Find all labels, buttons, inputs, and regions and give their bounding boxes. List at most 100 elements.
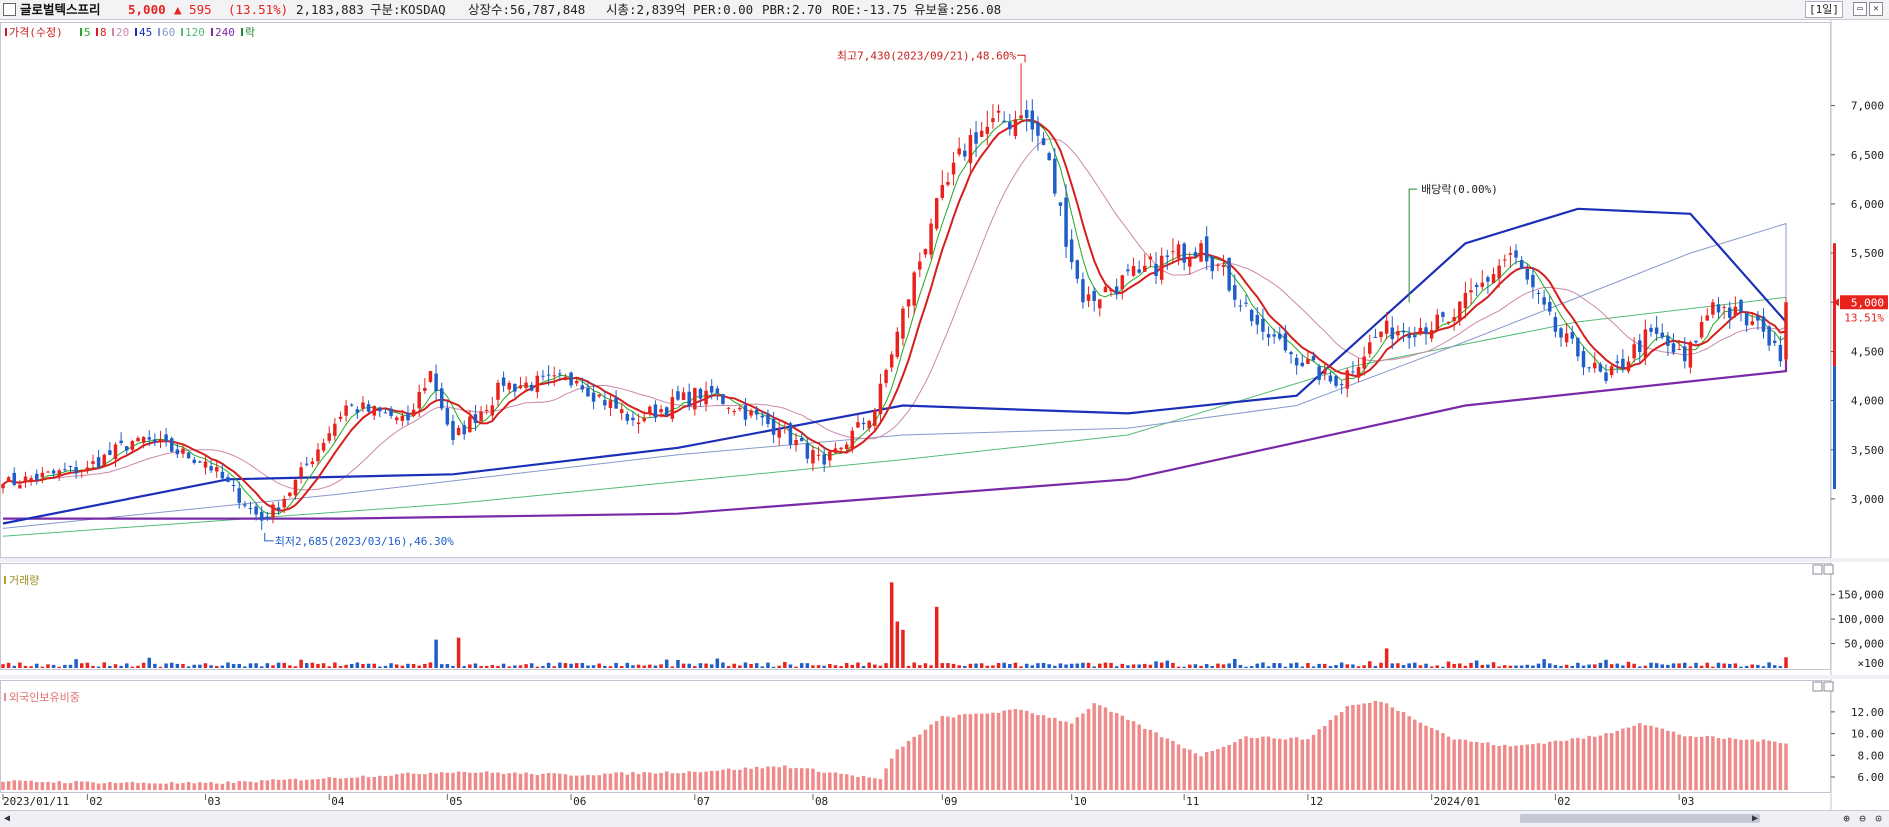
volume-bar[interactable] — [546, 662, 551, 668]
volume-bar[interactable] — [439, 664, 444, 668]
foreign-ratio-bar[interactable] — [389, 775, 393, 790]
foreign-ratio-bar[interactable] — [490, 772, 495, 790]
volume-bar[interactable] — [1744, 665, 1749, 668]
candle-body[interactable] — [1699, 321, 1704, 338]
foreign-ratio-bar[interactable] — [963, 713, 967, 790]
foreign-ratio-bar[interactable] — [1210, 750, 1215, 790]
candle-body[interactable] — [861, 422, 866, 425]
foreign-ratio-bar[interactable] — [1199, 756, 1203, 790]
volume-bar[interactable] — [321, 663, 326, 668]
volume-bar[interactable] — [1210, 666, 1215, 668]
panel-splitter[interactable] — [0, 675, 1889, 679]
foreign-ratio-bar[interactable] — [1666, 730, 1670, 790]
candle-body[interactable] — [687, 391, 691, 407]
volume-bar[interactable] — [895, 621, 900, 669]
candle-body[interactable] — [113, 444, 118, 460]
volume-bar[interactable] — [456, 637, 461, 668]
candle-body[interactable] — [349, 404, 354, 406]
foreign-ratio-bar[interactable] — [1514, 745, 1518, 790]
candle-body[interactable] — [338, 416, 343, 419]
foreign-ratio-bar[interactable] — [406, 772, 410, 790]
foreign-ratio-bar[interactable] — [946, 716, 950, 790]
foreign-ratio-bar[interactable] — [1609, 733, 1614, 790]
candle-body[interactable] — [96, 457, 101, 468]
foreign-ratio-bar[interactable] — [580, 775, 585, 790]
volume-bar[interactable] — [1283, 666, 1288, 668]
volume-bar[interactable] — [709, 664, 714, 668]
volume-bar[interactable] — [220, 665, 225, 668]
volume-bar[interactable] — [1092, 666, 1096, 668]
foreign-ratio-bar[interactable] — [1283, 739, 1288, 790]
candle-body[interactable] — [141, 436, 146, 443]
volume-bar[interactable] — [524, 664, 528, 668]
volume-bar[interactable] — [749, 663, 753, 668]
foreign-ratio-bar[interactable] — [529, 773, 534, 790]
candle-body[interactable] — [153, 439, 157, 443]
volume-bar[interactable] — [1334, 665, 1338, 668]
volume-bar[interactable] — [496, 665, 500, 668]
candle-body[interactable] — [709, 386, 714, 393]
volume-bar[interactable] — [462, 666, 466, 668]
candle-body[interactable] — [293, 479, 298, 496]
candle-body[interactable] — [1733, 306, 1738, 316]
foreign-ratio-bar[interactable] — [518, 773, 523, 790]
candle-body[interactable] — [1024, 109, 1029, 118]
candle-body[interactable] — [130, 441, 135, 450]
candle-body[interactable] — [794, 440, 798, 446]
foreign-ratio-bar[interactable] — [895, 749, 900, 790]
volume-bar[interactable] — [91, 665, 95, 668]
volume-bar[interactable] — [327, 666, 331, 668]
candle-body[interactable] — [411, 409, 416, 417]
foreign-ratio-bar[interactable] — [513, 772, 517, 790]
candle-body[interactable] — [1193, 252, 1198, 257]
candle-body[interactable] — [597, 394, 601, 397]
candle-body[interactable] — [951, 162, 956, 175]
foreign-ratio-bar[interactable] — [1103, 707, 1108, 790]
candle-body[interactable] — [1345, 370, 1350, 389]
candle-body[interactable] — [670, 397, 675, 419]
volume-bar[interactable] — [1238, 664, 1243, 668]
foreign-ratio-bar[interactable] — [68, 783, 73, 790]
volume-bar[interactable] — [445, 664, 450, 668]
candle-body[interactable] — [811, 450, 815, 464]
candle-body[interactable] — [1171, 251, 1175, 253]
candle-body[interactable] — [1334, 375, 1338, 386]
candle-body[interactable] — [963, 150, 967, 157]
scroll-thumb[interactable] — [1520, 814, 1760, 823]
volume-bar[interactable] — [1576, 662, 1580, 668]
volume-bar[interactable] — [783, 661, 787, 668]
volume-bar[interactable] — [1227, 663, 1231, 668]
volume-bar[interactable] — [1233, 658, 1237, 668]
volume-bar[interactable] — [1553, 665, 1558, 668]
volume-bar[interactable] — [535, 666, 540, 668]
volume-bar[interactable] — [1396, 663, 1400, 668]
volume-bar[interactable] — [788, 664, 793, 668]
foreign-ratio-bar[interactable] — [91, 782, 95, 790]
volume-bar[interactable] — [214, 666, 219, 668]
volume-bar[interactable] — [1159, 662, 1164, 668]
foreign-ratio-bar[interactable] — [85, 781, 90, 790]
panel-close-icon[interactable] — [1823, 564, 1834, 575]
volume-bar[interactable] — [670, 666, 675, 668]
volume-bar[interactable] — [918, 665, 922, 668]
foreign-ratio-bar[interactable] — [1733, 738, 1738, 790]
foreign-ratio-bar[interactable] — [844, 774, 849, 790]
volume-bar[interactable] — [614, 662, 618, 668]
volume-bar[interactable] — [198, 664, 202, 668]
candle-body[interactable] — [1008, 122, 1012, 130]
foreign-ratio-bar[interactable] — [811, 768, 815, 790]
candle-body[interactable] — [760, 415, 765, 418]
volume-bar[interactable] — [1593, 664, 1597, 668]
volume-bar[interactable] — [35, 663, 39, 668]
candle-body[interactable] — [164, 434, 168, 442]
candle-body[interactable] — [383, 412, 388, 414]
volume-bar[interactable] — [411, 664, 416, 668]
candle-body[interactable] — [1227, 257, 1231, 291]
foreign-ratio-bar[interactable] — [423, 774, 427, 790]
volume-bar[interactable] — [979, 663, 984, 668]
candle-body[interactable] — [1306, 359, 1310, 364]
candle-body[interactable] — [214, 467, 219, 472]
candle-body[interactable] — [619, 409, 624, 414]
candle-body[interactable] — [563, 376, 568, 381]
foreign-ratio-bar[interactable] — [417, 774, 421, 790]
